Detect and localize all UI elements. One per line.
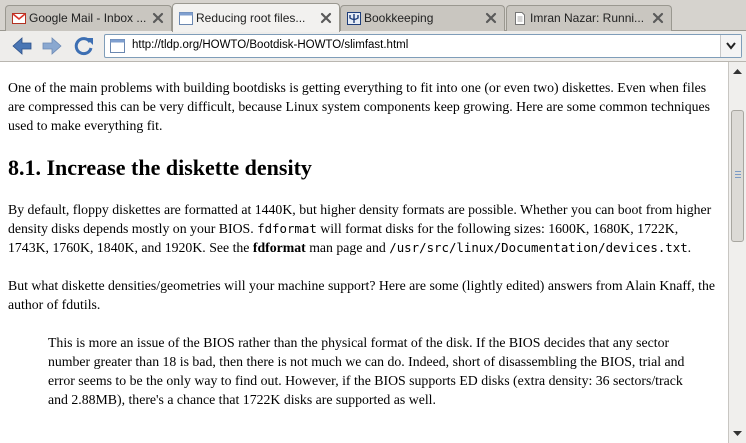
url-dropdown-button[interactable] [720,35,741,57]
address-bar[interactable]: http://tldp.org/HOWTO/Bootdisk-HOWTO/sli… [104,34,742,58]
close-icon[interactable] [652,12,664,24]
tab-reducing-root[interactable]: Reducing root files... [172,3,340,32]
geometry-paragraph: But what diskette densities/geometries w… [8,278,716,312]
intro-paragraph: One of the main problems with building b… [8,80,711,133]
page-icon [110,39,125,53]
back-arrow-icon[interactable] [10,35,34,57]
density-paragraph: By default, floppy diskettes are formatt… [8,202,712,255]
tab-label: Reducing root files... [196,11,306,25]
tab-label: Google Mail - Inbox ... [29,11,147,25]
tab-imran-nazar[interactable]: Imran Nazar: Runni... [506,5,672,31]
navigation-toolbar: http://tldp.org/HOWTO/Bootdisk-HOWTO/sli… [0,31,746,62]
gmail-icon [12,13,26,24]
page-content: One of the main problems with building b… [0,62,728,443]
bold-term: fdformat [252,240,306,255]
url-text[interactable]: http://tldp.org/HOWTO/Bootdisk-HOWTO/sli… [132,39,408,51]
inline-code: fdformat [257,221,317,236]
close-icon[interactable] [152,12,164,24]
page-icon [179,12,193,25]
scrollbar-thumb[interactable] [731,110,744,242]
scroll-down-icon[interactable] [729,425,746,441]
forward-arrow-icon[interactable] [40,35,64,57]
quote-paragraph: This is more an issue of the BIOS rather… [48,335,685,407]
tab-strip: Google Mail - Inbox ... Reducing root fi… [0,0,746,32]
trident-icon [347,12,361,25]
inline-code: /usr/src/linux/Documentation/devices.txt [389,240,688,255]
close-icon[interactable] [485,12,497,24]
vertical-scrollbar[interactable] [728,62,746,443]
tab-gmail[interactable]: Google Mail - Inbox ... [5,5,172,31]
document-icon [515,12,525,25]
reload-icon[interactable] [72,35,96,57]
scroll-up-icon[interactable] [729,64,746,80]
section-heading: 8.1. Increase the diskette density [8,155,312,180]
tab-bookkeeping[interactable]: Bookkeeping [340,5,505,31]
close-icon[interactable] [320,12,332,24]
blockquote: This is more an issue of the BIOS rather… [8,333,698,409]
chevron-down-icon [726,42,736,50]
tab-label: Bookkeeping [364,11,434,25]
tab-label: Imran Nazar: Runni... [530,11,645,25]
